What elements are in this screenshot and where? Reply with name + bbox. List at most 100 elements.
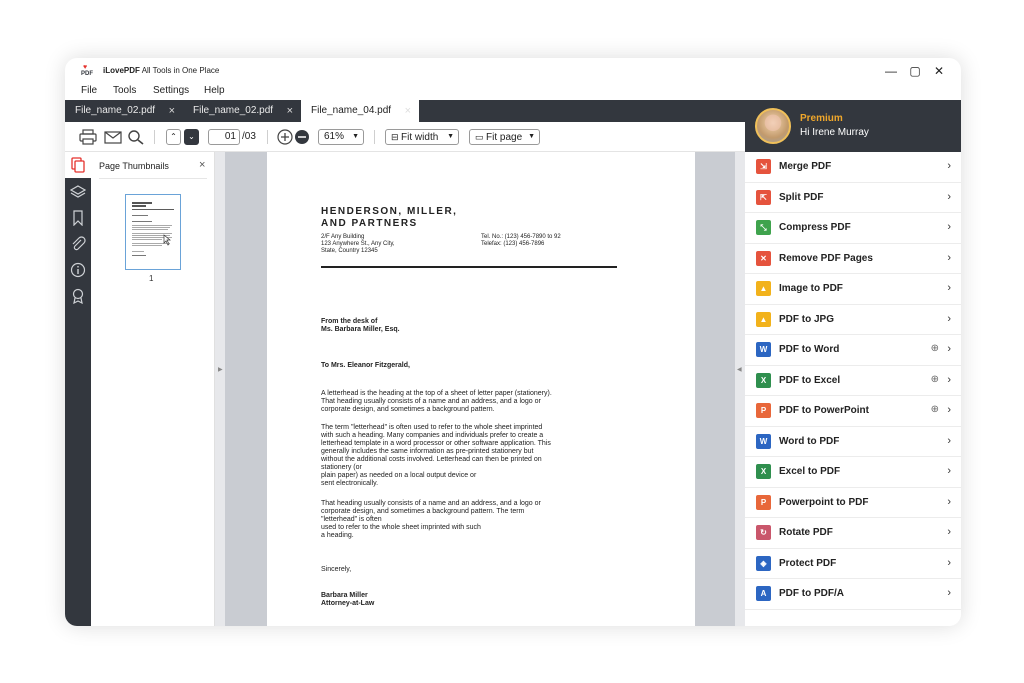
paragraph-1: A letterhead is the heading at the top o… (321, 390, 552, 413)
title-bar: ♥ PDF iLovePDF All Tools in One Place — … (65, 58, 961, 84)
fit-page-label: Fit page (486, 132, 523, 143)
fit-page-button[interactable]: ▭ Fit page ▼ (469, 129, 540, 145)
page-number-input[interactable]: 01 (208, 129, 240, 145)
menu-tools[interactable]: Tools (113, 85, 136, 96)
word-to-pdf-icon: W (756, 433, 771, 449)
mail-icon[interactable] (104, 129, 122, 145)
close-icon[interactable]: × (169, 100, 175, 122)
tool-pdf-to-pdfa[interactable]: A PDF to PDF/A › (745, 579, 961, 610)
collapse-arrow-icon: ▶ (218, 367, 223, 373)
zoom-in-icon[interactable] (276, 129, 294, 145)
pdf-to-pdfa-icon: A (756, 586, 771, 601)
tool-rotate-pdf[interactable]: ↻ Rotate PDF › (745, 518, 961, 549)
tab-label: File_name_02.pdf (193, 105, 274, 116)
thumbnails-tab[interactable] (65, 152, 91, 178)
chevron-right-icon: › (947, 556, 951, 569)
close-icon[interactable]: × (287, 100, 293, 122)
menu-settings[interactable]: Settings (153, 85, 189, 96)
avatar[interactable] (755, 108, 791, 144)
next-page-button[interactable]: ⌄ (184, 129, 199, 145)
info-icon[interactable] (70, 262, 86, 278)
tab-file-2[interactable]: File_name_02.pdf × (183, 100, 301, 122)
chevron-right-icon: › (947, 373, 951, 386)
attachment-icon[interactable] (70, 236, 86, 252)
recipient-line: To Mrs. Eleanor Fitzgerald, (321, 362, 410, 369)
tool-pdf-to-powerpoint[interactable]: P PDF to PowerPoint ⊕ › (745, 396, 961, 427)
split-pdf-icon: ⇱ (756, 189, 771, 205)
tools-panel: Premium Hi Irene Murray ⇲ Merge PDF › ⇱ Spli… (745, 100, 961, 626)
print-icon[interactable] (79, 129, 97, 145)
tool-label: Split PDF (779, 191, 824, 203)
collapse-arrow-icon: ◀ (737, 367, 742, 373)
right-resize-handle[interactable]: ◀ (735, 152, 745, 626)
tool-excel-to-pdf[interactable]: X Excel to PDF › (745, 457, 961, 488)
tool-image-to-pdf[interactable]: ▲ Image to PDF › (745, 274, 961, 305)
chevron-right-icon: › (947, 343, 951, 355)
tool-label: Rotate PDF (779, 527, 833, 538)
tab-label: File_name_04.pdf (311, 105, 392, 116)
close-icon[interactable]: × (199, 159, 205, 171)
tab-file-1[interactable]: File_name_02.pdf × (65, 100, 183, 122)
tool-pdf-to-excel[interactable]: X PDF to Excel ⊕ › (745, 366, 961, 396)
thumbnail-preview (132, 202, 174, 256)
tool-word-to-pdf[interactable]: W Word to PDF › (745, 427, 961, 457)
chevron-right-icon: › (947, 251, 951, 264)
chevron-right-icon: › (947, 465, 951, 477)
menu-bar: File Tools Settings Help (65, 84, 961, 100)
tool-pdf-to-word[interactable]: W PDF to Word ⊕ › (745, 335, 961, 366)
app-window: ♥ PDF iLovePDF All Tools in One Place — … (65, 58, 961, 626)
viewer-toolbar: ⌃ ⌄ 01 /03 61% ▼ ⊟ Fit width ▼ ▭ Fit page ▼ (65, 122, 745, 152)
menu-file[interactable]: File (81, 85, 97, 96)
left-resize-handle[interactable]: ▶ (215, 152, 225, 626)
chevron-right-icon: › (947, 526, 951, 538)
document-viewer[interactable]: ▶ ◀ HENDERSON, MILLER, AND PARTNERS 2/F … (215, 152, 745, 626)
zoom-select[interactable]: 61% ▼ (318, 129, 364, 145)
tool-compress-pdf[interactable]: ⤡ Compress PDF › (745, 213, 961, 244)
tool-label: PDF to PowerPoint (779, 405, 869, 416)
tool-protect-pdf[interactable]: ◈ Protect PDF › (745, 549, 961, 579)
tool-pdf-to-jpg[interactable]: ▲ PDF to JPG › (745, 305, 961, 335)
tool-label: Excel to PDF (779, 466, 841, 477)
menu-help[interactable]: Help (204, 85, 225, 96)
page-thumbnail[interactable] (125, 194, 181, 270)
user-header: Premium Hi Irene Murray (745, 100, 961, 152)
pdf-to-jpg-icon: ▲ (756, 311, 771, 327)
tool-label: Remove PDF Pages (779, 252, 873, 264)
pages-icon (71, 157, 85, 173)
bookmark-icon[interactable] (70, 210, 86, 226)
pdf-to-word-icon: W (756, 342, 771, 357)
minimize-button[interactable]: — (883, 63, 899, 79)
side-icon-strip (65, 152, 91, 626)
prev-page-button[interactable]: ⌃ (166, 129, 181, 145)
thumbnail-page-number: 1 (149, 274, 154, 283)
tool-merge-pdf[interactable]: ⇲ Merge PDF › (745, 152, 961, 183)
tool-label: Word to PDF (779, 435, 840, 447)
close-icon[interactable]: × (405, 100, 411, 122)
tool-split-pdf[interactable]: ⇱ Split PDF › (745, 183, 961, 213)
maximize-button[interactable]: ▢ (907, 63, 923, 79)
tool-label: Protect PDF (779, 557, 837, 569)
tool-remove-pdf-pages[interactable]: ✕ Remove PDF Pages › (745, 244, 961, 274)
close-window-button[interactable]: ✕ (931, 63, 947, 79)
header-rule (321, 266, 617, 268)
tool-label: Merge PDF (779, 161, 832, 172)
zoom-out-icon[interactable] (293, 129, 311, 145)
search-icon[interactable] (127, 129, 145, 145)
layers-icon[interactable] (70, 184, 86, 200)
chevron-right-icon: › (947, 404, 951, 416)
divider (154, 130, 155, 144)
fit-width-button[interactable]: ⊟ Fit width ▼ (385, 129, 459, 145)
tab-file-4[interactable]: File_name_04.pdf × (301, 100, 419, 122)
zoom-value: 61% (324, 131, 345, 142)
tool-powerpoint-to-pdf[interactable]: P Powerpoint to PDF › (745, 488, 961, 518)
badge-icon[interactable] (70, 288, 86, 304)
fit-page-icon: ▭ (475, 132, 487, 142)
globe-icon: ⊕ (930, 343, 939, 354)
tab-label: File_name_02.pdf (75, 105, 156, 116)
chevron-up-icon: ⌃ (170, 132, 177, 141)
chevron-right-icon: › (947, 587, 951, 599)
logo-text: PDF (81, 71, 93, 77)
divider (99, 178, 207, 179)
chevron-down-icon: ⌄ (188, 132, 195, 141)
caret-down-icon: ▼ (528, 133, 535, 140)
